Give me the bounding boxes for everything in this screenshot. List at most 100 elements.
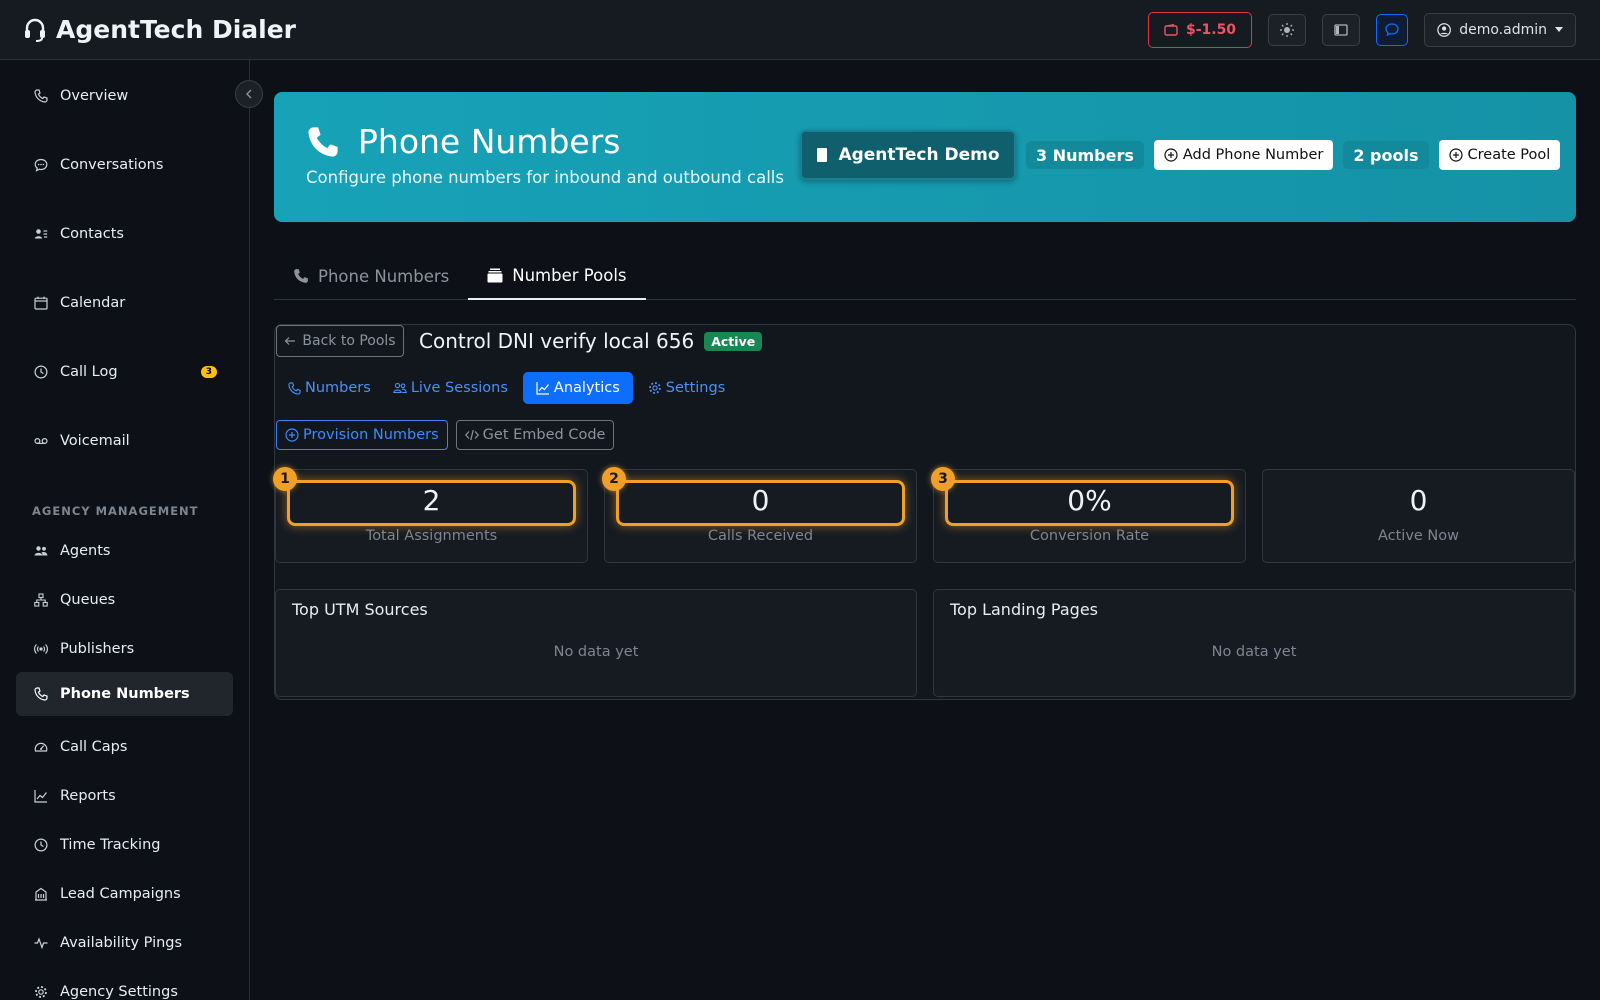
sidebar-item-availability-pings[interactable]: Availability Pings [16, 921, 233, 965]
chart-icon [34, 790, 47, 803]
sidebar-item-agency-settings[interactable]: Agency Settings [16, 970, 233, 1000]
stat-label: Active Now [1377, 528, 1460, 544]
sidebar-collapse-button[interactable] [235, 80, 263, 108]
phone-icon [34, 687, 48, 701]
brand[interactable]: AgentTech Dialer [24, 15, 296, 44]
sidebar-item-label: Calendar [60, 295, 126, 311]
page-tabs: Phone Numbers Number Pools [274, 252, 1576, 300]
sidebar-item-agents[interactable]: Agents [16, 529, 233, 573]
empty-state-text: No data yet [1211, 644, 1297, 660]
page-title: Phone Numbers [358, 122, 621, 161]
stat-value: 0 [751, 484, 770, 517]
back-to-pools-button[interactable]: Back to Pools [276, 325, 404, 357]
gear-icon [648, 382, 661, 394]
speedometer-icon [34, 742, 48, 752]
tab-number-pools[interactable]: Number Pools [468, 252, 646, 300]
stat-label: Conversion Rate [1029, 528, 1150, 544]
sidebar-item-publishers[interactable]: Publishers [16, 627, 233, 671]
sidebar-item-phone-numbers[interactable]: Phone Numbers [16, 672, 233, 716]
sidebar-item-overview[interactable]: Overview [16, 74, 233, 118]
pool-name: Control DNI verify local 656 [419, 329, 695, 353]
sidebar-item-reports[interactable]: Reports [16, 774, 233, 818]
wallet-icon [1164, 23, 1178, 36]
add-phone-number-label: Add Phone Number [1182, 147, 1324, 163]
theme-toggle-button[interactable] [1268, 13, 1306, 46]
stat-value: 2 [422, 484, 441, 517]
get-embed-code-label: Get Embed Code [482, 427, 606, 443]
sidebar-item-label: Publishers [60, 641, 135, 657]
headset-icon [25, 18, 45, 42]
sidebar-layout-icon [1334, 23, 1348, 36]
sidebar-item-label: Agency Settings [60, 984, 178, 1000]
calendar-icon [34, 296, 48, 310]
sidebar-item-call-log[interactable]: Call Log 3 [16, 350, 233, 394]
phone-icon [34, 89, 48, 103]
add-phone-number-button[interactable]: Add Phone Number [1153, 140, 1334, 170]
numbers-count-badge: 3 Numbers [1026, 141, 1144, 169]
stat-value: 0% [1067, 484, 1112, 517]
sidebar-item-voicemail[interactable]: Voicemail [16, 419, 233, 463]
sidebar-item-label: Reports [60, 788, 116, 804]
back-to-pools-label: Back to Pools [302, 333, 396, 349]
clock-icon [34, 365, 48, 379]
call-log-count-badge: 3 [200, 366, 217, 378]
sidebar-item-label: Voicemail [60, 433, 130, 449]
empty-state-text: No data yet [553, 644, 639, 660]
people-icon [392, 382, 407, 394]
top-landing-pages-panel: Top Landing Pages No data yet [933, 589, 1575, 697]
top-navbar: AgentTech Dialer $-1.50 demo.admin [0, 0, 1600, 60]
sidebar-item-label: Availability Pings [60, 935, 183, 951]
username: demo.admin [1459, 21, 1547, 38]
stat-card-conversion-rate: 0% Conversion Rate 3 [931, 467, 1246, 563]
main-content: Phone Numbers Configure phone numbers fo… [250, 60, 1600, 1000]
stat-value: 0 [1409, 484, 1428, 517]
subtab-analytics[interactable]: Analytics [522, 372, 633, 404]
create-pool-label: Create Pool [1467, 147, 1551, 163]
tab-label: Phone Numbers [318, 266, 450, 286]
activity-icon [34, 937, 48, 949]
sidebar-item-label: Call Log [60, 364, 118, 380]
sidebar-item-label: Agents [60, 543, 111, 559]
sidebar-item-queues[interactable]: Queues [16, 578, 233, 622]
pools-count-badge: 2 pools [1343, 141, 1429, 169]
get-embed-code-button[interactable]: Get Embed Code [455, 420, 615, 450]
stat-card-calls-received: 0 Calls Received 2 [602, 467, 917, 563]
subtab-numbers[interactable]: Numbers [281, 372, 378, 404]
sidebar-item-lead-campaigns[interactable]: Lead Campaigns [16, 872, 233, 916]
sidebar-item-time-tracking[interactable]: Time Tracking [16, 823, 233, 867]
top-utm-sources-panel: Top UTM Sources No data yet [275, 589, 917, 697]
subtab-settings[interactable]: Settings [641, 372, 732, 404]
sidebar-item-conversations[interactable]: Conversations [16, 143, 233, 187]
agency-selector-button[interactable]: AgentTech Demo [800, 130, 1016, 180]
sidebar-item-label: Time Tracking [60, 837, 161, 853]
create-pool-button[interactable]: Create Pool [1438, 140, 1561, 170]
provision-numbers-button[interactable]: Provision Numbers [276, 420, 448, 450]
section-label-agency-management: AGENCY MANAGEMENT [32, 504, 199, 518]
pool-subtabs: Numbers Live Sessions Analytics Settings [281, 372, 732, 404]
user-circle-icon [1437, 22, 1451, 37]
layout-toggle-button[interactable] [1322, 13, 1360, 46]
tab-phone-numbers[interactable]: Phone Numbers [274, 252, 468, 300]
app-title: AgentTech Dialer [56, 15, 297, 44]
sidebar-item-label: Queues [60, 592, 116, 608]
balance-button[interactable]: $-1.50 [1148, 11, 1252, 48]
sidebar-item-call-caps[interactable]: Call Caps [16, 725, 233, 769]
user-menu-button[interactable]: demo.admin [1424, 12, 1576, 47]
subtab-live-sessions[interactable]: Live Sessions [386, 372, 515, 404]
page-subtitle: Configure phone numbers for inbound and … [306, 168, 784, 187]
chat-toggle-button[interactable] [1376, 13, 1408, 46]
sidebar-item-label: Phone Numbers [60, 686, 190, 702]
plus-circle-icon [285, 428, 299, 442]
voicemail-icon [34, 437, 48, 445]
sidebar-item-calendar[interactable]: Calendar [16, 281, 233, 325]
chat-icon [34, 158, 48, 172]
annotation-marker: 2 [602, 467, 626, 491]
provision-numbers-label: Provision Numbers [303, 427, 439, 443]
plus-circle-icon [1448, 148, 1463, 162]
annotation-marker: 1 [273, 467, 297, 491]
broadcast-icon [34, 644, 48, 654]
sidebar-item-label: Call Caps [60, 739, 128, 755]
sidebar-item-label: Overview [60, 88, 129, 104]
chevron-left-icon [246, 89, 252, 99]
sidebar-item-contacts[interactable]: Contacts [16, 212, 233, 256]
